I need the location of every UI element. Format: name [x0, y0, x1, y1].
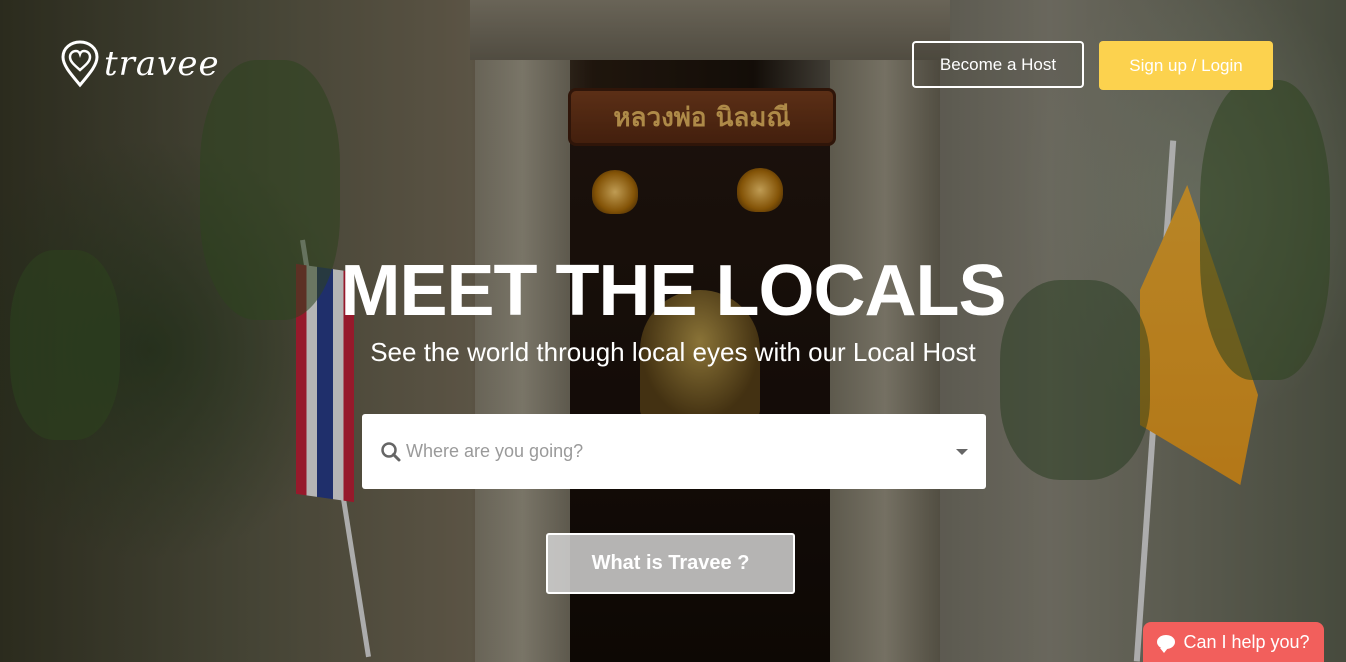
destination-search-input[interactable] — [404, 440, 948, 463]
chat-help-label: Can I help you? — [1183, 631, 1310, 652]
hero-subtitle: See the world through local eyes with ou… — [370, 337, 976, 367]
location-heart-icon — [61, 40, 99, 88]
become-host-button[interactable]: Become a Host — [912, 41, 1084, 88]
what-is-travee-button[interactable]: What is Travee ? — [546, 533, 795, 594]
caret-down-icon[interactable] — [956, 448, 968, 455]
chat-bubble-icon — [1157, 635, 1176, 653]
chat-help-button[interactable]: Can I help you? — [1143, 622, 1324, 662]
signup-login-button[interactable]: Sign up / Login — [1099, 41, 1273, 90]
destination-search-box[interactable] — [362, 414, 986, 489]
hero-title: MEET THE LOCALS — [340, 251, 1007, 331]
brand-name: travee — [104, 44, 220, 84]
travee-logo[interactable]: travee — [60, 40, 220, 88]
search-icon — [381, 441, 401, 461]
